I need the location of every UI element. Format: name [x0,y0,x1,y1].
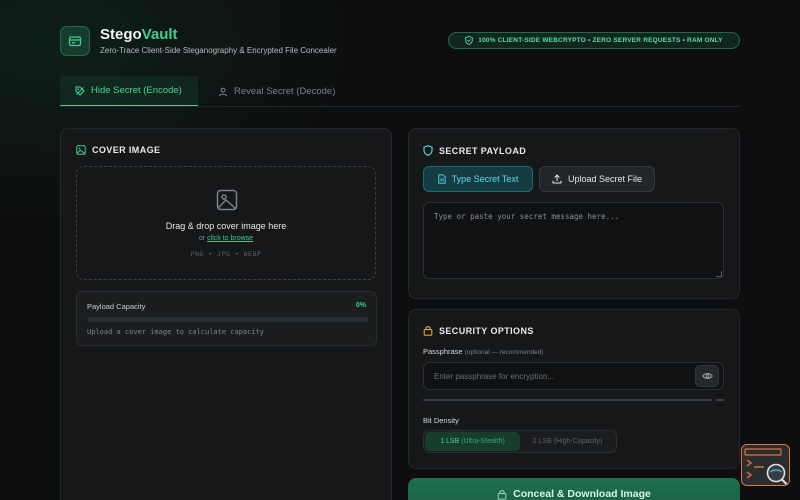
secret-payload-title: SECRET PAYLOAD [423,145,526,156]
density-option-1lsb[interactable]: 1 LSB (Ultra-Stealth) [425,432,520,451]
image-icon [76,145,86,155]
upload-secret-file-label: Upload Secret File [567,174,643,184]
secret-message-input[interactable] [423,202,724,279]
brand-name-first: Stego [100,26,142,43]
dropzone-or-text: or [198,235,206,242]
dropzone-subtitle: or click to browse [77,235,375,242]
density-option-2lsb[interactable]: 2 LSB (High-Capacity) [520,432,615,451]
app-title: StegoVault [100,26,178,43]
tab-decode[interactable]: Reveal Secret (Decode) [218,76,358,107]
density-2lsb-main: 2 LSB [532,438,552,445]
passphrase-hint: (optional — recommended) [464,349,544,356]
tab-encode[interactable]: Hide Secret (Encode) [60,76,198,107]
cover-dropzone[interactable]: Drag & drop cover image here or click to… [76,166,376,280]
document-icon [437,174,446,184]
tag-icon [75,86,85,96]
lock-icon [497,490,507,500]
shield-icon [423,145,433,156]
toggle-visibility-button[interactable] [695,365,719,387]
passphrase-strength-bar [423,399,712,401]
conceal-download-button[interactable]: Conceal & Download Image [408,478,740,500]
secret-payload-title-text: SECRET PAYLOAD [439,145,527,156]
privacy-badge: 100% CLIENT-SIDE WEBCRYPTO • ZERO SERVER… [448,32,740,49]
passphrase-label: Passphrase (optional — recommended) [423,347,543,356]
tabs-divider [60,106,740,107]
vault-icon [68,36,82,47]
browse-link[interactable]: click to browse [207,235,253,242]
eye-icon [701,373,713,379]
image-upload-icon [216,189,238,216]
tab-decode-label: Reveal Secret (Decode) [234,86,336,97]
lock-icon [423,326,433,336]
brand-name-second: Vault [141,26,178,43]
cover-image-title: COVER IMAGE [76,145,160,155]
floating-helper-widget[interactable] [741,444,790,486]
density-1lsb-main: 1 LSB [440,438,460,445]
passphrase-label-text: Passphrase [423,347,463,356]
density-2lsb-sub: (High-Capacity) [553,438,603,445]
type-secret-text-label: Type Secret Text [451,174,519,184]
passphrase-strength-end [716,399,724,401]
passphrase-input[interactable] [423,362,724,390]
dropzone-title: Drag & drop cover image here [165,221,287,231]
app-logo [60,26,90,56]
textarea-resize-handle[interactable] [716,271,722,277]
upload-icon [552,174,562,184]
terminal-search-icon [744,448,788,485]
density-1lsb-sub: (Ultra-Stealth) [461,438,505,445]
capacity-label: Payload Capacity [87,302,146,311]
payload-capacity-card: Payload Capacity 0% Upload a cover image… [76,291,377,346]
dropzone-formats: PNG • JPG • WEBP [190,250,262,258]
upload-secret-file-button[interactable]: Upload Secret File [539,166,655,192]
conceal-download-label: Conceal & Download Image [513,488,651,500]
security-options-title: SECURITY OPTIONS [423,325,534,336]
tab-encode-label: Hide Secret (Encode) [91,85,182,96]
security-options-title-text: SECURITY OPTIONS [439,325,534,336]
capacity-bar [87,317,368,322]
bit-density-label: Bit Density [423,416,459,425]
capacity-percent: 0% [355,302,366,309]
user-icon [218,87,228,96]
privacy-badge-text: 100% CLIENT-SIDE WEBCRYPTO • ZERO SERVER… [478,37,723,44]
app-tagline: Zero-Trace Client-Side Steganography & E… [100,46,337,55]
capacity-hint: Upload a cover image to calculate capaci… [87,328,265,336]
bit-density-toggle: 1 LSB (Ultra-Stealth) 2 LSB (High-Capaci… [423,430,617,453]
cover-image-title-text: COVER IMAGE [92,145,161,155]
shield-check-icon [465,36,474,45]
type-secret-text-button[interactable]: Type Secret Text [423,166,533,192]
